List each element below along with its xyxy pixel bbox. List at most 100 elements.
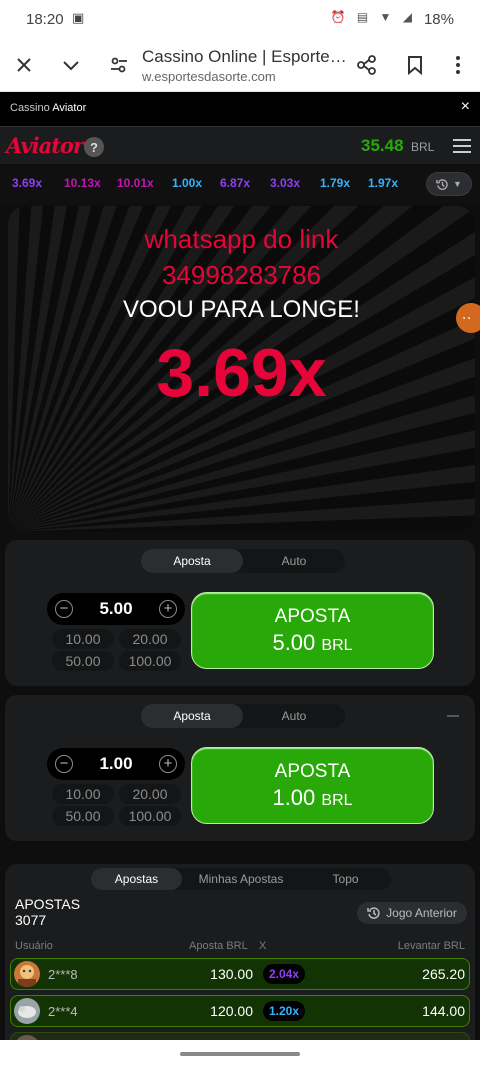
more-menu-icon[interactable] [443, 50, 473, 80]
bet-mode-tabs: Aposta Auto [141, 704, 345, 728]
quick-bet-button[interactable]: 50.00 [52, 651, 114, 671]
home-gesture-handle[interactable] [180, 1052, 300, 1056]
game-stage: whatsapp do link 34998283786 VOOU PARA L… [8, 206, 475, 532]
plus-icon[interactable]: + [159, 755, 177, 773]
place-bet-button[interactable]: APOSTA 5.00 BRL [191, 592, 434, 669]
close-game-icon[interactable]: × [461, 98, 470, 116]
column-header-x: X [259, 940, 267, 952]
bet-button-amount: 5.00 BRL [272, 630, 353, 655]
aviator-game: Aviator ? 35.48 BRL 3.69x 10.13x 10.01x … [0, 126, 480, 1066]
tab-auto[interactable]: Auto [243, 704, 345, 728]
history-multiplier: 10.13x [64, 176, 101, 190]
browser-toolbar: Cassino Online | Esportes da Sorte w.esp… [0, 38, 480, 92]
history-multiplier: 1.79x [320, 176, 351, 190]
chevron-down-icon[interactable] [56, 50, 86, 80]
tab-auto[interactable]: Auto [243, 549, 345, 573]
history-multiplier: 3.03x [270, 176, 301, 190]
game-header: Aviator ? 35.48 BRL [0, 126, 480, 164]
menu-icon[interactable] [453, 139, 471, 153]
bet-button-amount: 1.00 BRL [272, 785, 353, 810]
cassino-bar: Cassino Aviator × [0, 92, 480, 126]
bet-mode-tabs: Aposta Auto [141, 549, 345, 573]
quick-bet-button[interactable]: 10.00 [52, 629, 114, 649]
row-multiplier: 1.20x [263, 1001, 306, 1021]
balance-amount: 35.48 [361, 136, 404, 155]
bet-amount-input[interactable]: 5.00 [77, 599, 155, 619]
minus-icon[interactable]: − [55, 755, 73, 773]
balance-currency: BRL [411, 140, 435, 154]
page-title: Cassino Online | Esportes da Sorte [142, 47, 352, 66]
bet-amount-input[interactable]: 1.00 [77, 754, 155, 774]
share-icon[interactable] [352, 50, 382, 80]
flew-away-message: VOOU PARA LONGE! [123, 296, 360, 323]
remove-panel-icon[interactable] [447, 715, 459, 717]
bets-title: APOSTAS [15, 896, 81, 912]
bookmark-icon[interactable] [400, 50, 430, 80]
history-multiplier: 10.01x [117, 176, 154, 190]
quick-bet-button[interactable]: 100.00 [119, 651, 181, 671]
site-settings-icon[interactable] [104, 50, 134, 80]
bet-panel-2: Aposta Auto − 1.00 + 10.00 20.00 50.00 1… [5, 695, 475, 841]
previous-game-label: Jogo Anterior [386, 906, 457, 920]
avatar [14, 998, 40, 1024]
close-tab-icon[interactable] [9, 50, 39, 80]
system-nav-bar [0, 1040, 480, 1066]
column-header-bet: Aposta BRL [189, 940, 248, 952]
history-clock-icon [436, 178, 448, 190]
bet-panel-1: Aposta Auto − 5.00 + 10.00 20.00 50.00 1… [5, 540, 475, 686]
aviator-logo: Aviator [6, 133, 84, 158]
tab-topo[interactable]: Topo [300, 868, 391, 890]
status-bar: 18:20 ▣ ⏰ ▤ ▼ ◢ 18% [0, 0, 480, 38]
history-multiplier: 1.00x [172, 176, 203, 190]
help-icon[interactable]: ? [84, 137, 104, 157]
side-promo-tab[interactable]: ◔◔ [456, 303, 480, 333]
row-cashout: 144.00 [422, 1003, 465, 1019]
promo-phone: 34998283786 [161, 260, 322, 290]
place-bet-button[interactable]: APOSTA 1.00 BRL [191, 747, 434, 824]
previous-game-button[interactable]: Jogo Anterior [357, 902, 467, 924]
tab-apostas[interactable]: Apostas [91, 868, 182, 890]
row-bet: 130.00 [210, 966, 253, 982]
bet-amount-stepper: − 1.00 + [47, 748, 185, 780]
quick-bet-button[interactable]: 50.00 [52, 806, 114, 826]
notification-icon: ▣ [72, 10, 85, 25]
bets-total: 3077 [15, 912, 47, 928]
battery-level: 18% [423, 11, 454, 28]
tab-aposta[interactable]: Aposta [141, 549, 243, 573]
status-icons: ⏰ ▤ ▼ ◢ [330, 10, 416, 24]
quick-bet-button[interactable]: 20.00 [119, 629, 181, 649]
row-multiplier: 2.04x [263, 964, 306, 984]
tab-aposta[interactable]: Aposta [141, 704, 243, 728]
history-toggle-button[interactable]: ▼ [426, 172, 472, 196]
table-row: 2***8 130.00 2.04x 265.20 [10, 958, 470, 990]
history-multiplier: 3.69x [12, 176, 43, 190]
column-header-user: Usuário [15, 940, 53, 952]
row-user: 2***4 [48, 1004, 78, 1019]
avatar [14, 961, 40, 987]
bet-button-label: APOSTA [274, 606, 351, 627]
promo-text: whatsapp do link [144, 224, 339, 254]
quick-bet-button[interactable]: 100.00 [119, 806, 181, 826]
page-url[interactable]: w.esportesdasorte.com [142, 69, 276, 84]
history-clock-icon [367, 907, 380, 919]
chevron-down-icon: ▼ [453, 179, 462, 189]
bets-tabs: Apostas Minhas Apostas Topo [91, 868, 391, 890]
plus-icon[interactable]: + [159, 600, 177, 618]
tab-minhas-apostas[interactable]: Minhas Apostas [182, 868, 300, 890]
bet-button-label: APOSTA [274, 761, 351, 782]
history-multiplier: 1.97x [368, 176, 399, 190]
cassino-breadcrumb: Cassino Aviator [10, 102, 87, 114]
minus-icon[interactable]: − [55, 600, 73, 618]
status-time: 18:20 [26, 11, 64, 28]
bets-panel: Apostas Minhas Apostas Topo APOSTAS 3077… [5, 864, 475, 1066]
multiplier-history: 3.69x 10.13x 10.01x 1.00x 6.87x 3.03x 1.… [0, 164, 480, 204]
bet-amount-stepper: − 5.00 + [47, 593, 185, 625]
column-header-cashout: Levantar BRL [397, 940, 465, 952]
history-multiplier: 6.87x [220, 176, 251, 190]
quick-bet-button[interactable]: 20.00 [119, 784, 181, 804]
row-cashout: 265.20 [422, 966, 465, 982]
bets-count: APOSTAS 3077 [15, 896, 80, 928]
quick-bet-button[interactable]: 10.00 [52, 784, 114, 804]
row-user: 2***8 [48, 967, 78, 982]
final-multiplier: 3.69x [156, 335, 327, 411]
